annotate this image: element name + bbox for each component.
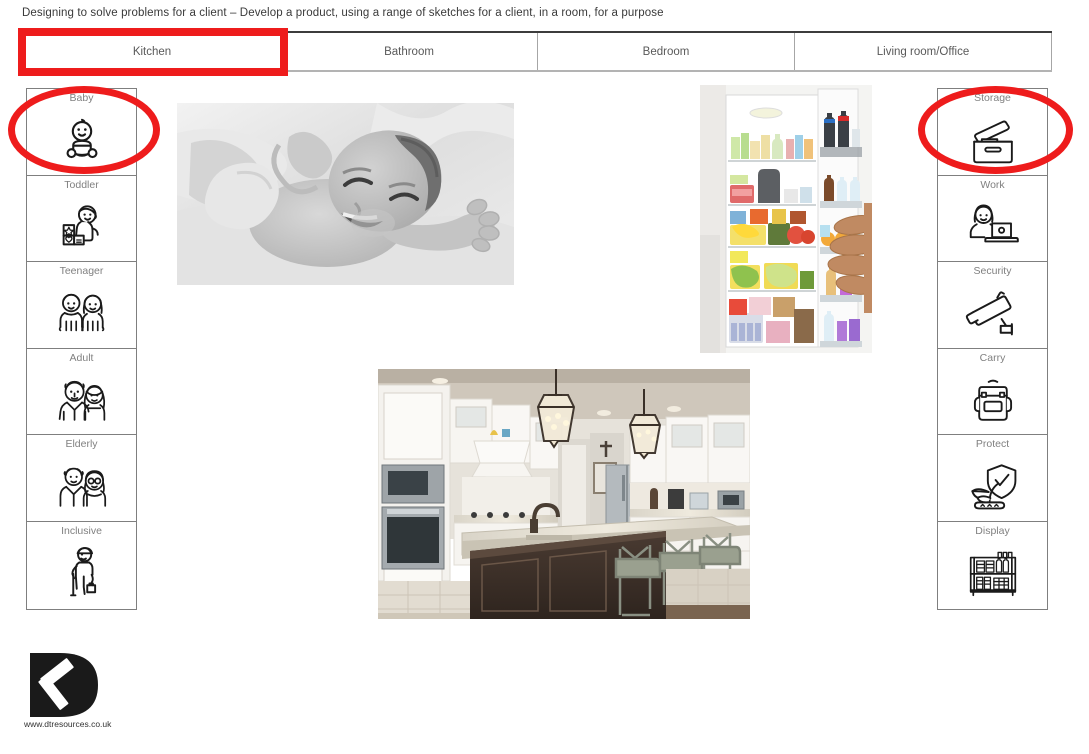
sidebar-item-label: Protect <box>975 438 1010 451</box>
tab-label: Living room/Office <box>876 45 970 58</box>
sidebar-item-label: Carry <box>979 351 1006 364</box>
fridge-photo <box>700 85 872 353</box>
logo-url-text: www.dtresources.co.uk <box>24 719 112 729</box>
sidebar-item-baby[interactable]: Baby <box>27 89 136 176</box>
sidebar-item-label: Security <box>973 265 1012 278</box>
security-camera-icon <box>938 278 1047 348</box>
sidebar-item-label: Inclusive <box>61 524 102 537</box>
teenager-icon <box>27 278 136 348</box>
sidebar-item-toddler[interactable]: Toddler <box>27 176 136 263</box>
tab-label: Kitchen <box>132 45 172 58</box>
sidebar-item-display[interactable]: Display <box>938 522 1047 609</box>
sidebar-item-label: Elderly <box>65 438 98 451</box>
sidebar-item-work[interactable]: Work <box>938 176 1047 263</box>
storage-box-icon <box>938 105 1047 175</box>
sidebar-item-label: Teenager <box>59 265 104 278</box>
baby-photo <box>177 103 514 285</box>
adult-icon <box>27 365 136 435</box>
user-groups-sidebar: Baby Toddler Teenager Adult Elderly Incl… <box>26 88 137 610</box>
sidebar-item-protect[interactable]: Protect <box>938 435 1047 522</box>
display-shelf-icon <box>938 538 1047 609</box>
sidebar-item-teenager[interactable]: Teenager <box>27 262 136 349</box>
tab-living-room-office[interactable]: Living room/Office <box>795 33 1052 70</box>
sidebar-item-label: Storage <box>974 92 1011 104</box>
tab-bedroom[interactable]: Bedroom <box>538 33 795 70</box>
carry-backpack-icon <box>938 365 1047 435</box>
tab-kitchen[interactable]: Kitchen <box>23 33 281 70</box>
tab-label: Bedroom <box>642 45 690 58</box>
page-title: Designing to solve problems for a client… <box>22 7 664 19</box>
sidebar-item-security[interactable]: Security <box>938 262 1047 349</box>
sidebar-item-label: Adult <box>69 351 94 364</box>
kitchen-photo <box>378 369 750 619</box>
room-tab-bar: Kitchen Bathroom Bedroom Living room/Off… <box>23 31 1052 72</box>
work-laptop-icon <box>938 192 1047 262</box>
sidebar-item-label: Work <box>980 178 1005 191</box>
sidebar-item-adult[interactable]: Adult <box>27 349 136 436</box>
inclusive-icon <box>27 538 136 609</box>
sidebar-item-label: Baby <box>69 92 94 104</box>
toddler-icon <box>27 192 136 262</box>
tab-bathroom[interactable]: Bathroom <box>281 33 538 70</box>
sidebar-item-storage[interactable]: Storage <box>938 89 1047 176</box>
dt-resources-logo <box>24 651 102 719</box>
protect-shield-icon <box>938 451 1047 521</box>
tab-label: Bathroom <box>384 45 434 58</box>
sidebar-item-label: Toddler <box>64 178 99 191</box>
sidebar-item-elderly[interactable]: Elderly <box>27 435 136 522</box>
sidebar-item-label: Display <box>975 524 1010 537</box>
elderly-icon <box>27 451 136 521</box>
product-purposes-sidebar: Storage Work Security Carry Protect Disp… <box>937 88 1048 610</box>
baby-icon <box>27 105 136 175</box>
sidebar-item-inclusive[interactable]: Inclusive <box>27 522 136 609</box>
sidebar-item-carry[interactable]: Carry <box>938 349 1047 436</box>
